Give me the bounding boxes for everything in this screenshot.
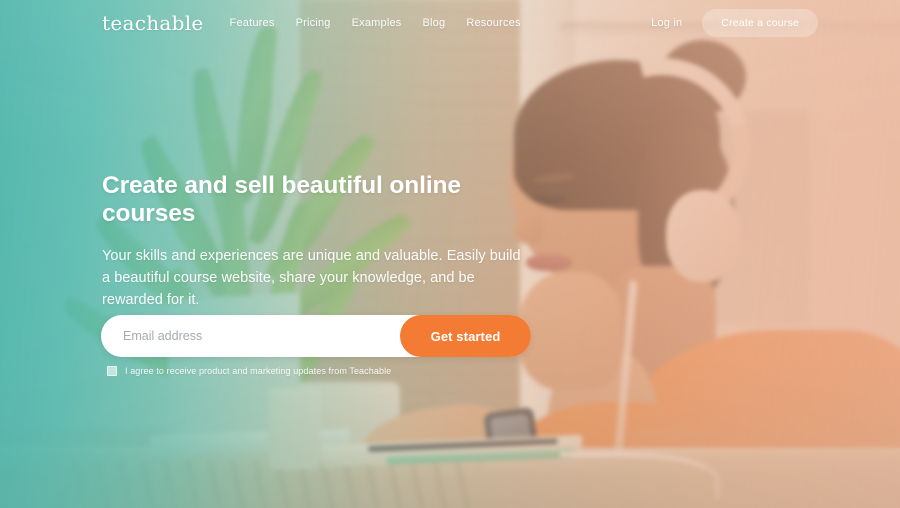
hero-copy: Create and sell beautiful online courses… xyxy=(102,172,542,311)
hero-subheading: Your skills and experiences are unique a… xyxy=(102,248,521,309)
signup-form: Get started xyxy=(101,315,531,357)
email-input[interactable] xyxy=(101,315,400,357)
get-started-button[interactable]: Get started xyxy=(400,315,531,357)
nav-link-pricing[interactable]: Pricing xyxy=(296,17,331,29)
nav-link-blog[interactable]: Blog xyxy=(423,17,446,29)
nav-link-resources[interactable]: Resources xyxy=(466,17,520,29)
hero-content: teachable Features Pricing Examples Blog… xyxy=(0,0,900,508)
nav-link-examples[interactable]: Examples xyxy=(352,17,402,29)
marketing-consent-row: I agree to receive product and marketing… xyxy=(107,366,391,376)
consent-label: I agree to receive product and marketing… xyxy=(125,366,392,376)
hero-section: teachable Features Pricing Examples Blog… xyxy=(0,0,900,508)
nav-right-group: Log in Create a course xyxy=(651,9,818,37)
teachable-logo[interactable]: teachable xyxy=(102,13,204,33)
main-navigation: teachable Features Pricing Examples Blog… xyxy=(0,0,900,46)
page-title: Create and sell beautiful online courses xyxy=(102,172,461,228)
nav-links: Features Pricing Examples Blog Resources xyxy=(230,17,521,29)
consent-checkbox[interactable] xyxy=(107,366,117,376)
login-link[interactable]: Log in xyxy=(651,17,682,29)
nav-link-features[interactable]: Features xyxy=(230,17,275,29)
create-a-course-button[interactable]: Create a course xyxy=(702,9,818,37)
